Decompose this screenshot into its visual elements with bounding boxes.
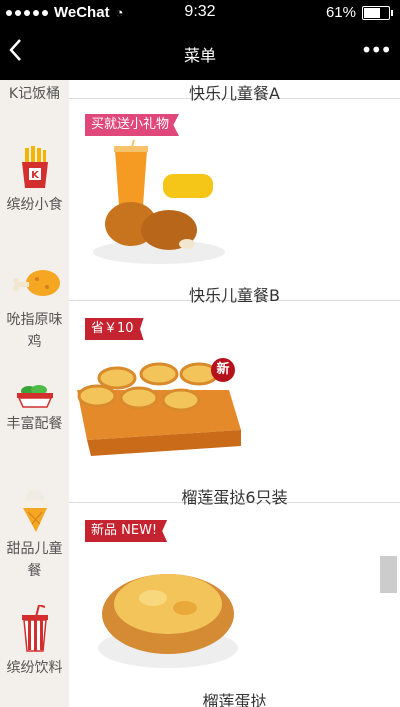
sidebar-item-label: 缤纷饮料 [6, 660, 63, 676]
sidebar-item-label: 吮指原味鸡 [6, 312, 63, 350]
durian-tart-image [98, 574, 238, 668]
new-product-tag: 新品 NEW! [85, 520, 168, 542]
sidebar-item-label: 缤纷小食 [6, 197, 63, 213]
chicken-leg-icon [12, 270, 60, 296]
scrollbar-thumb[interactable] [380, 556, 397, 593]
promo-tag: 买就送小礼物 [85, 114, 180, 136]
menu-item[interactable]: 买就送小礼物 快乐儿童餐B [69, 98, 400, 305]
item-name: 榴莲蛋挞 [202, 692, 267, 707]
ice-cream-icon [21, 490, 48, 532]
sidebar-item-rice-bucket[interactable]: K记饭桶 [0, 83, 69, 105]
salad-bowl-icon [16, 385, 53, 408]
page-title: 菜单 [183, 46, 216, 65]
menu-item[interactable]: 新品 NEW! 榴莲蛋挞 [69, 502, 400, 707]
battery-percent: 61% [325, 4, 356, 21]
status-bar: WeChat ◔ 9:32 61% [0, 0, 400, 26]
more-options-button[interactable]: ••• [360, 38, 392, 62]
kids-meal-image [93, 140, 225, 264]
fries-icon: K [21, 146, 48, 188]
new-badge: 新 [211, 358, 235, 382]
sidebar-item-label: 甜品儿童餐 [6, 541, 63, 579]
sidebar-item-sides[interactable]: 丰富配餐 [0, 383, 69, 435]
sidebar-item-dessert-kids[interactable]: 甜品儿童餐 [0, 488, 69, 582]
menu-item[interactable]: 快乐儿童餐A [69, 80, 400, 103]
menu-list: 快乐儿童餐A 买就送小礼物 快乐儿童餐B 省￥10 新 榴莲蛋挞6只装 新品 N… [69, 80, 400, 707]
drink-cup-icon [21, 605, 48, 652]
sidebar-item-snacks[interactable]: K 缤纷小食 [0, 146, 69, 216]
category-sidebar: K记饭桶 K 缤纷小食 吮指原味鸡 丰富配餐 甜品儿童餐 缤纷饮料 [0, 80, 69, 707]
savings-tag: 省￥10 [85, 318, 144, 340]
sidebar-item-label: 丰富配餐 [6, 416, 63, 432]
sidebar-item-original-chicken[interactable]: 吮指原味鸡 [0, 265, 69, 353]
battery-icon [362, 5, 393, 20]
badge-label: 新 [216, 362, 230, 377]
sidebar-item-label: K记饭桶 [8, 86, 61, 102]
sidebar-item-drinks[interactable]: 缤纷饮料 [0, 605, 69, 679]
svg-text:K: K [31, 170, 40, 181]
navigation-bar: 菜单 ••• [0, 26, 400, 80]
menu-item[interactable]: 省￥10 新 榴莲蛋挞6只装 [69, 300, 400, 507]
more-dots-icon: ••• [360, 38, 392, 62]
